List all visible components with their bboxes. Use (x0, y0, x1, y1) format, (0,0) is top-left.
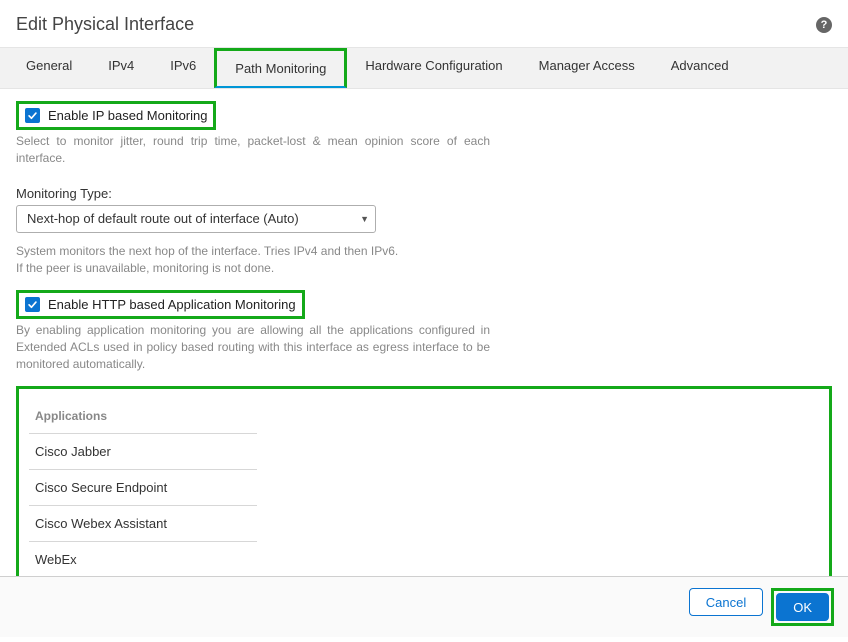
app-name: Cisco Secure Endpoint (29, 469, 257, 505)
checkbox-icon (25, 297, 40, 312)
table-row: WebEx (29, 541, 257, 577)
ok-highlight: OK (771, 588, 834, 626)
tab-hardware-configuration[interactable]: Hardware Configuration (347, 48, 520, 88)
help-icon[interactable]: ? (816, 17, 832, 33)
ok-button[interactable]: OK (776, 593, 829, 621)
tab-path-monitoring[interactable]: Path Monitoring (214, 48, 347, 88)
enable-ip-monitoring-label: Enable IP based Monitoring (48, 108, 207, 123)
app-name: Cisco Webex Assistant (29, 505, 257, 541)
monitoring-type-select[interactable]: Next-hop of default route out of interfa… (16, 205, 376, 233)
dialog-footer: Cancel OK (0, 576, 848, 637)
tab-bar: General IPv4 IPv6 Path Monitoring Hardwa… (0, 47, 848, 89)
app-name: Cisco Jabber (29, 433, 257, 469)
app-name: WebEx (29, 541, 257, 577)
dialog-header: Edit Physical Interface ? (0, 0, 848, 47)
enable-http-monitoring-label: Enable HTTP based Application Monitoring (48, 297, 296, 312)
checkbox-icon (25, 108, 40, 123)
table-row: Cisco Webex Assistant (29, 505, 257, 541)
tab-general[interactable]: General (8, 48, 90, 88)
chevron-down-icon: ▼ (360, 214, 369, 224)
tab-advanced[interactable]: Advanced (653, 48, 747, 88)
tab-ipv6[interactable]: IPv6 (152, 48, 214, 88)
applications-header: Applications (29, 399, 257, 434)
table-row: Cisco Secure Endpoint (29, 469, 257, 505)
cancel-button[interactable]: Cancel (689, 588, 763, 616)
monitoring-type-help-text: System monitors the next hop of the inte… (16, 243, 490, 278)
enable-ip-monitoring-checkbox[interactable]: Enable IP based Monitoring (16, 101, 216, 130)
enable-ip-help-text: Select to monitor jitter, round trip tim… (16, 133, 490, 168)
path-monitoring-pane: Enable IP based Monitoring Select to mon… (0, 89, 848, 642)
enable-http-help-text: By enabling application monitoring you a… (16, 322, 490, 374)
monitoring-type-label: Monitoring Type: (16, 186, 832, 201)
page-title: Edit Physical Interface (16, 14, 194, 35)
tab-ipv4[interactable]: IPv4 (90, 48, 152, 88)
enable-http-monitoring-checkbox[interactable]: Enable HTTP based Application Monitoring (16, 290, 305, 319)
table-row: Cisco Jabber (29, 433, 257, 469)
monitoring-type-value: Next-hop of default route out of interfa… (27, 211, 299, 226)
tab-manager-access[interactable]: Manager Access (521, 48, 653, 88)
